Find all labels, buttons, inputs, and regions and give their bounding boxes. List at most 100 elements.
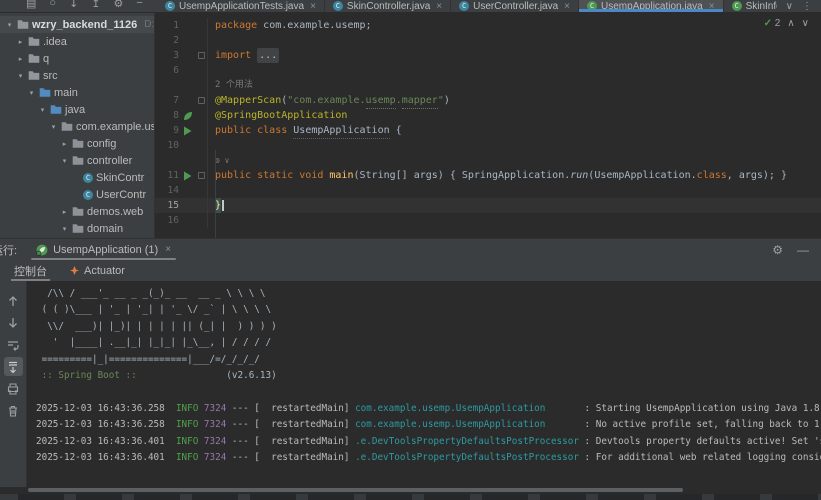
code-line-14[interactable]: 14 xyxy=(155,183,821,198)
tab-close-icon[interactable]: × xyxy=(564,1,570,12)
console-hscroll-thumb[interactable] xyxy=(28,488,683,492)
print-button[interactable] xyxy=(4,379,23,398)
update-project-icon[interactable]: ↧ xyxy=(69,0,78,10)
editor-options-icon[interactable]: ⋮ xyxy=(802,1,812,12)
code-line-text xyxy=(207,33,215,48)
tree-item-q[interactable]: ▸ q xyxy=(0,50,154,67)
code-line-2[interactable]: 2 xyxy=(155,33,821,48)
code-line-15[interactable]: 15} xyxy=(155,198,821,213)
spring-bean-icon[interactable] xyxy=(179,111,196,121)
tree-item-src[interactable]: ▾ src xyxy=(0,67,154,84)
scroll-to-end-button[interactable] xyxy=(3,357,23,376)
inspections-widget[interactable]: ✓ 2 ∧ ∨ xyxy=(764,18,809,29)
code-hint: 2 个用法 xyxy=(155,78,821,93)
browser-icon[interactable]: ○ xyxy=(49,0,56,9)
tree-item-label: src xyxy=(43,69,58,82)
tree-chevron-icon[interactable]: ▸ xyxy=(60,140,69,148)
console-banner-line: =========|_|==============|___/=/_/_/_/ xyxy=(36,352,821,368)
commit-icon[interactable]: ↥ xyxy=(91,0,100,10)
fold-marker[interactable] xyxy=(196,52,207,59)
editor-tab-skincontroller-java[interactable]: C SkinController.java × xyxy=(325,0,452,12)
tree-chevron-icon[interactable]: ▾ xyxy=(60,157,69,165)
editor-tab-skininfo[interactable]: CSkinInfo xyxy=(724,0,777,12)
run-line-icon[interactable] xyxy=(179,126,196,136)
code-line-10[interactable]: 10 xyxy=(155,138,821,153)
settings-icon[interactable]: ⚙ xyxy=(114,0,124,10)
tree-item-label: controller xyxy=(87,154,133,167)
tree-item-controller[interactable]: ▾ controller xyxy=(0,152,154,169)
tab-close-icon[interactable]: × xyxy=(436,1,442,12)
code-line-8[interactable]: 8 @SpringBootApplication xyxy=(155,108,821,123)
tree-item-java[interactable]: ▾ java xyxy=(0,101,154,118)
code-line-6[interactable]: 6 xyxy=(155,63,821,78)
editor-tab-usercontroller-java[interactable]: C UserController.java × xyxy=(451,0,580,12)
source-folder-icon xyxy=(39,87,51,98)
code-line-text xyxy=(207,213,215,228)
tab-label: SkinController.java xyxy=(346,0,431,12)
tab-label: UsempApplication.java xyxy=(601,0,703,12)
tree-item-label: demos.web xyxy=(87,205,144,218)
tree-item-config[interactable]: ▸ config xyxy=(0,135,154,152)
app-icon[interactable]: ▤ xyxy=(26,0,36,10)
tree-chevron-icon[interactable]: ▾ xyxy=(60,225,69,233)
jump-to-bottom-button[interactable] xyxy=(4,313,23,332)
code-token: import xyxy=(215,50,258,61)
minimize-icon[interactable]: — xyxy=(797,243,809,257)
tree-chevron-icon[interactable]: ▾ xyxy=(27,89,36,97)
code-line-3[interactable]: 3 import ... xyxy=(155,48,821,63)
editor-tab-usempapplicationtests-java[interactable]: C UsempApplicationTests.java × xyxy=(157,0,325,12)
next-problem-icon[interactable]: ∨ xyxy=(802,18,809,29)
tree-item-idea[interactable]: ▸ .idea xyxy=(0,33,154,50)
code-token: { xyxy=(389,125,402,136)
tree-item-domain[interactable]: ▾ domain xyxy=(0,220,154,237)
tree-item-demos-web[interactable]: ▸ demos.web xyxy=(0,203,154,220)
tree-item-usercontr[interactable]: C UserContr xyxy=(0,186,154,203)
editor-tab-usempapplication-java[interactable]: C UsempApplication.java × xyxy=(579,0,724,12)
code-line-text: 2 个用法 xyxy=(207,78,253,93)
code-token: } xyxy=(780,170,787,181)
log-logger: com.example.usemp.UsempApplication xyxy=(355,419,579,431)
tree-chevron-icon[interactable]: ▸ xyxy=(16,38,25,46)
tree-chevron-icon[interactable]: ▾ xyxy=(16,72,25,80)
code-line-text: public class UsempApplication { xyxy=(207,123,402,139)
run-config-tab[interactable]: UsempApplication (1) × xyxy=(29,239,178,260)
tree-chevron-icon[interactable]: ▸ xyxy=(16,55,25,63)
settings-gear-icon[interactable]: ⚙ xyxy=(772,243,783,257)
close-run-tab-icon[interactable]: × xyxy=(165,244,171,255)
clear-all-button[interactable] xyxy=(4,401,23,420)
code-line-11[interactable]: 11 public static void main (String[] args)… xyxy=(155,168,821,183)
tree-chevron-icon[interactable]: ▾ xyxy=(49,123,58,131)
soft-wrap-button[interactable] xyxy=(4,335,23,354)
console-log-line: 2025-12-03 16:43:36.401 INFO 7324 --- [ … xyxy=(36,450,821,466)
tree-item-wzry-backend-1126[interactable]: ▾ wzry_backend_1126 D:\SXX\w xyxy=(0,16,154,33)
tree-chevron-icon[interactable]: ▸ xyxy=(60,208,69,216)
code-line-7[interactable]: 7 @MapperScan("com.example. usemp. mapper ") xyxy=(155,93,821,109)
tree-chevron-icon[interactable]: ▾ xyxy=(38,106,47,114)
fold-marker[interactable] xyxy=(196,172,207,179)
run-line-icon[interactable] xyxy=(179,171,196,181)
source-folder-icon xyxy=(50,104,62,115)
hidden-tabs-dropdown-icon[interactable]: ∨ xyxy=(786,1,793,12)
run-tab-actuator[interactable]: Actuator xyxy=(66,260,128,281)
fold-marker[interactable] xyxy=(196,97,207,104)
main-toolbar: ▤ ○ ↧ ↥ ⚙ − xyxy=(0,0,157,12)
folder-icon xyxy=(17,19,29,30)
tree-chevron-icon[interactable]: ▾ xyxy=(5,21,14,29)
jump-to-top-button[interactable] xyxy=(4,291,23,310)
code-editor[interactable]: 1 package com.example.usemp; 2 3 import ... 6… xyxy=(155,13,821,238)
tab-close-icon[interactable]: × xyxy=(310,1,316,12)
prev-problem-icon[interactable]: ∧ xyxy=(787,18,794,29)
tab-close-icon[interactable]: × xyxy=(709,1,715,12)
code-line-1[interactable]: 1 package com.example.usemp; xyxy=(155,18,821,33)
tree-item-skincontr[interactable]: C SkinContr xyxy=(0,169,154,186)
tree-item-com-example-use[interactable]: ▾ com.example.use xyxy=(0,118,154,135)
hide-windows-icon[interactable]: − xyxy=(136,0,142,9)
fold-box-icon[interactable] xyxy=(198,172,205,179)
tree-item-main[interactable]: ▾ main xyxy=(0,84,154,101)
code-vision-hint[interactable]: ⚙ ∨ xyxy=(215,153,229,168)
code-line-9[interactable]: 9 public class UsempApplication { xyxy=(155,123,821,139)
code-line-16[interactable]: 16 xyxy=(155,213,821,228)
fold-box-icon[interactable] xyxy=(198,97,205,104)
run-tab-[interactable]: 控制台 xyxy=(11,260,50,281)
fold-box-icon[interactable] xyxy=(198,52,205,59)
